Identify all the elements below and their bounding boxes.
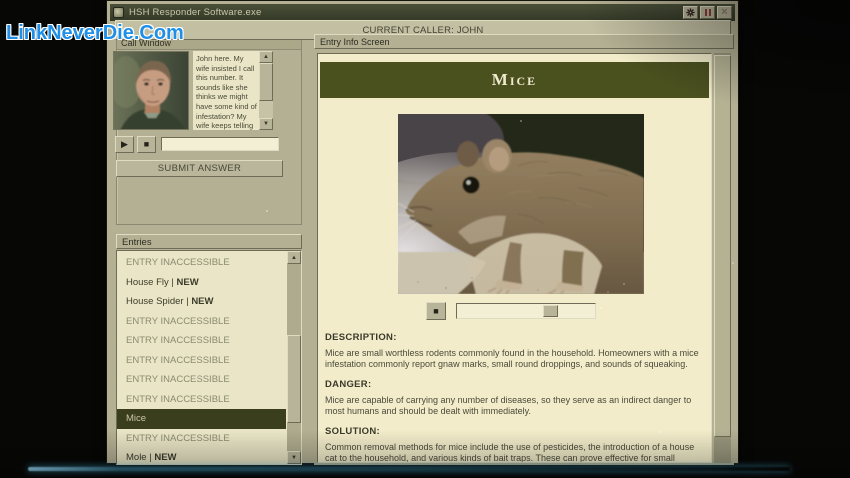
scroll-up-button[interactable]: ▲	[259, 51, 273, 63]
play-icon: ▶	[121, 140, 128, 149]
section-heading: SOLUTION:	[325, 426, 701, 437]
stop-icon: ■	[144, 140, 149, 149]
stop-button[interactable]: ■	[137, 136, 156, 153]
entries-list-item[interactable]: House Spider | NEW	[117, 292, 286, 312]
entries-scrollbar: ▲ ▼	[287, 251, 301, 464]
scroll-down-button[interactable]: ▼	[287, 451, 301, 464]
entry-title: Mice	[320, 62, 709, 98]
stop-icon: ■	[433, 306, 438, 316]
section-heading: DANGER:	[325, 379, 701, 390]
section-body: Mice are capable of carrying any number …	[325, 395, 701, 417]
caller-message: John here. My wife insisted I call this …	[193, 51, 259, 130]
caller-photo	[113, 51, 189, 130]
crt-screen: LinkNeverDie.Com HSH Responder Software.…	[0, 0, 850, 478]
info-scrollbar	[714, 53, 731, 463]
entries-caption: Entries	[116, 234, 302, 249]
app-window: HSH Responder Software.exe	[106, 0, 739, 464]
close-icon: ×	[721, 7, 727, 18]
message-scrollbar: ▲ ▼	[259, 51, 273, 130]
pause-button[interactable]	[700, 6, 715, 19]
entries-list-item[interactable]: ENTRY INACCESSIBLE	[117, 390, 286, 410]
scroll-up-button[interactable]: ▲	[287, 251, 301, 264]
entries-list-item[interactable]: ENTRY INACCESSIBLE	[117, 253, 286, 273]
slider-thumb[interactable]	[543, 305, 558, 317]
submit-answer-button[interactable]: SUBMIT ANSWER	[116, 160, 283, 177]
media-stop-button[interactable]: ■	[426, 302, 446, 320]
settings-button[interactable]	[683, 6, 698, 19]
entry-info-text: DESCRIPTION: Mice are small worthless rod…	[325, 332, 701, 463]
pause-icon	[705, 9, 711, 16]
entry-photo	[398, 114, 644, 294]
titlebar: HSH Responder Software.exe	[110, 4, 735, 21]
entries-list-item[interactable]: ENTRY INACCESSIBLE	[117, 351, 286, 371]
section-body: Common removal methods for mice include …	[325, 442, 701, 463]
app-icon	[113, 7, 124, 18]
entries-list-item[interactable]: House Fly | NEW	[117, 273, 286, 293]
entry-info-caption: Entry Info Screen	[314, 34, 734, 49]
section-heading: DESCRIPTION:	[325, 332, 701, 343]
window-title: HSH Responder Software.exe	[129, 7, 683, 18]
entries-list-item[interactable]: Mole | NEW	[117, 448, 286, 465]
entry-info-content: Mice	[317, 53, 712, 463]
entries-list-item[interactable]: ENTRY INACCESSIBLE	[117, 370, 286, 390]
window-controls: ×	[683, 6, 732, 19]
entries-list-item[interactable]: ENTRY INACCESSIBLE	[117, 312, 286, 332]
section-body: Mice are small worthless rodents commonl…	[325, 348, 701, 370]
entries-list-item[interactable]: ENTRY INACCESSIBLE	[117, 429, 286, 449]
entries-list-item[interactable]: ENTRY INACCESSIBLE	[117, 331, 286, 351]
audio-progress-bar[interactable]	[161, 137, 279, 151]
scrollbar-thumb[interactable]	[714, 55, 731, 437]
entries-list: ENTRY INACCESSIBLEHouse Fly | NEWHouse S…	[116, 250, 302, 465]
photo-slider-row: ■	[318, 302, 711, 322]
scrollbar-thumb[interactable]	[287, 335, 301, 423]
scrollbar-thumb[interactable]	[259, 63, 273, 101]
close-button[interactable]: ×	[717, 6, 732, 19]
entries-list-item[interactable]: Mice	[117, 409, 286, 429]
entries-panel: Entries ENTRY INACCESSIBLEHouse Fly | NE…	[116, 234, 302, 465]
watermark: LinkNeverDie.Com	[6, 22, 184, 45]
gear-icon	[686, 8, 695, 17]
monitor-glow	[28, 467, 790, 471]
photo-slider[interactable]	[456, 303, 596, 319]
scroll-down-button[interactable]: ▼	[259, 118, 273, 130]
entry-info-panel: Entry Info Screen Mice	[314, 34, 734, 465]
play-button[interactable]: ▶	[115, 136, 134, 153]
